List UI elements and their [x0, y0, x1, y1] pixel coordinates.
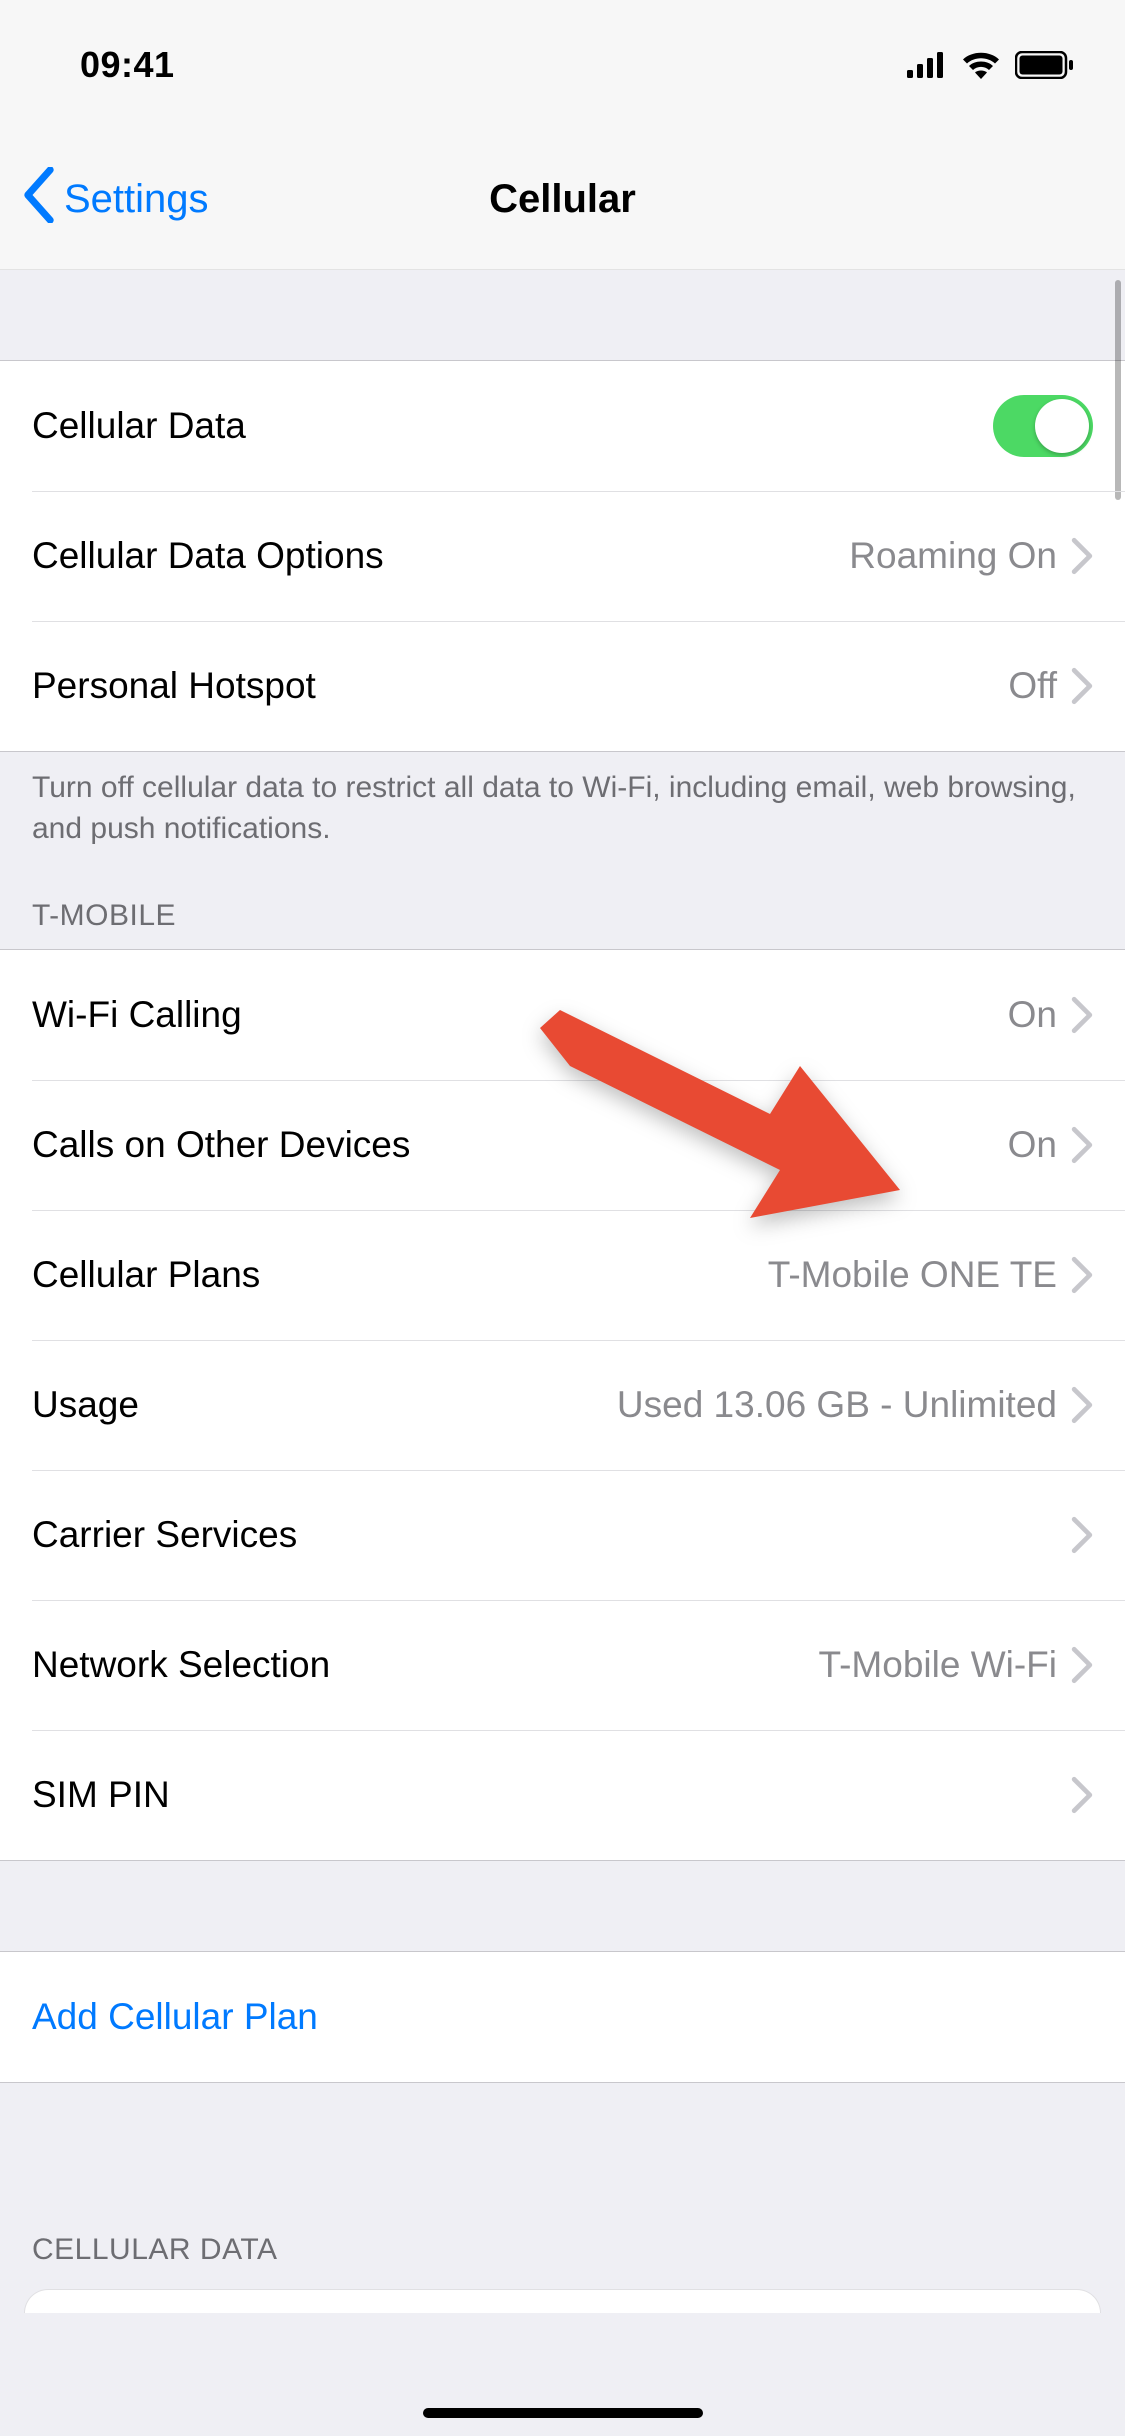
add-plan-label: Add Cellular Plan: [32, 1996, 1093, 2038]
usage-value: Used 13.06 GB - Unlimited: [617, 1384, 1057, 1426]
row-wifi-calling[interactable]: Wi-Fi Calling On: [0, 950, 1125, 1080]
row-cellular-plans[interactable]: Cellular Plans T-Mobile ONE TE: [0, 1210, 1125, 1340]
nav-bar: Settings Cellular: [0, 130, 1125, 270]
wifi-icon: [961, 51, 1001, 79]
chevron-right-icon: [1071, 667, 1093, 705]
options-value: Roaming On: [849, 535, 1057, 577]
row-cellular-data-options[interactable]: Cellular Data Options Roaming On: [0, 491, 1125, 621]
back-label: Settings: [64, 177, 209, 222]
network-value: T-Mobile Wi-Fi: [819, 1644, 1057, 1686]
row-personal-hotspot[interactable]: Personal Hotspot Off: [0, 621, 1125, 751]
back-button[interactable]: Settings: [0, 167, 209, 233]
section-general: Cellular Data Cellular Data Options Roam…: [0, 360, 1125, 752]
row-cellular-data[interactable]: Cellular Data: [0, 361, 1125, 491]
chevron-right-icon: [1071, 1516, 1093, 1554]
hotspot-value: Off: [1008, 665, 1057, 707]
section-header-tmobile: T-MOBILE: [0, 899, 1125, 949]
chevron-right-icon: [1071, 1386, 1093, 1424]
chevron-right-icon: [1071, 1776, 1093, 1814]
section-header-cellular-data: CELLULAR DATA: [0, 2233, 1125, 2283]
section-footer: Turn off cellular data to restrict all d…: [0, 752, 1125, 849]
status-bar: 09:41: [0, 0, 1125, 130]
options-label: Cellular Data Options: [32, 535, 849, 577]
row-calls-other-devices[interactable]: Calls on Other Devices On: [0, 1080, 1125, 1210]
calls-other-label: Calls on Other Devices: [32, 1124, 1008, 1166]
chevron-left-icon: [20, 167, 58, 233]
row-usage[interactable]: Usage Used 13.06 GB - Unlimited: [0, 1340, 1125, 1470]
cellular-data-label: Cellular Data: [32, 405, 993, 447]
wifi-calling-label: Wi-Fi Calling: [32, 994, 1008, 1036]
status-icons: [907, 51, 1075, 79]
chevron-right-icon: [1071, 1256, 1093, 1294]
chevron-right-icon: [1071, 1646, 1093, 1684]
section-add-plan: Add Cellular Plan: [0, 1951, 1125, 2083]
calls-other-value: On: [1008, 1124, 1057, 1166]
row-sim-pin[interactable]: SIM PIN: [0, 1730, 1125, 1860]
sim-pin-label: SIM PIN: [32, 1774, 1071, 1816]
section-tmobile: Wi-Fi Calling On Calls on Other Devices …: [0, 949, 1125, 1861]
row-network-selection[interactable]: Network Selection T-Mobile Wi-Fi: [0, 1600, 1125, 1730]
partial-row: [24, 2289, 1101, 2313]
cellular-data-toggle[interactable]: [993, 395, 1093, 457]
hotspot-label: Personal Hotspot: [32, 665, 1008, 707]
chevron-right-icon: [1071, 537, 1093, 575]
cellular-signal-icon: [907, 52, 947, 78]
row-carrier-services[interactable]: Carrier Services: [0, 1470, 1125, 1600]
battery-icon: [1015, 51, 1075, 79]
chevron-right-icon: [1071, 996, 1093, 1034]
home-indicator[interactable]: [423, 2408, 703, 2418]
wifi-calling-value: On: [1008, 994, 1057, 1036]
chevron-right-icon: [1071, 1126, 1093, 1164]
usage-label: Usage: [32, 1384, 617, 1426]
carrier-label: Carrier Services: [32, 1514, 1071, 1556]
status-time: 09:41: [80, 44, 175, 86]
network-label: Network Selection: [32, 1644, 819, 1686]
row-add-cellular-plan[interactable]: Add Cellular Plan: [0, 1952, 1125, 2082]
plans-value: T-Mobile ONE TE: [768, 1254, 1057, 1296]
plans-label: Cellular Plans: [32, 1254, 768, 1296]
